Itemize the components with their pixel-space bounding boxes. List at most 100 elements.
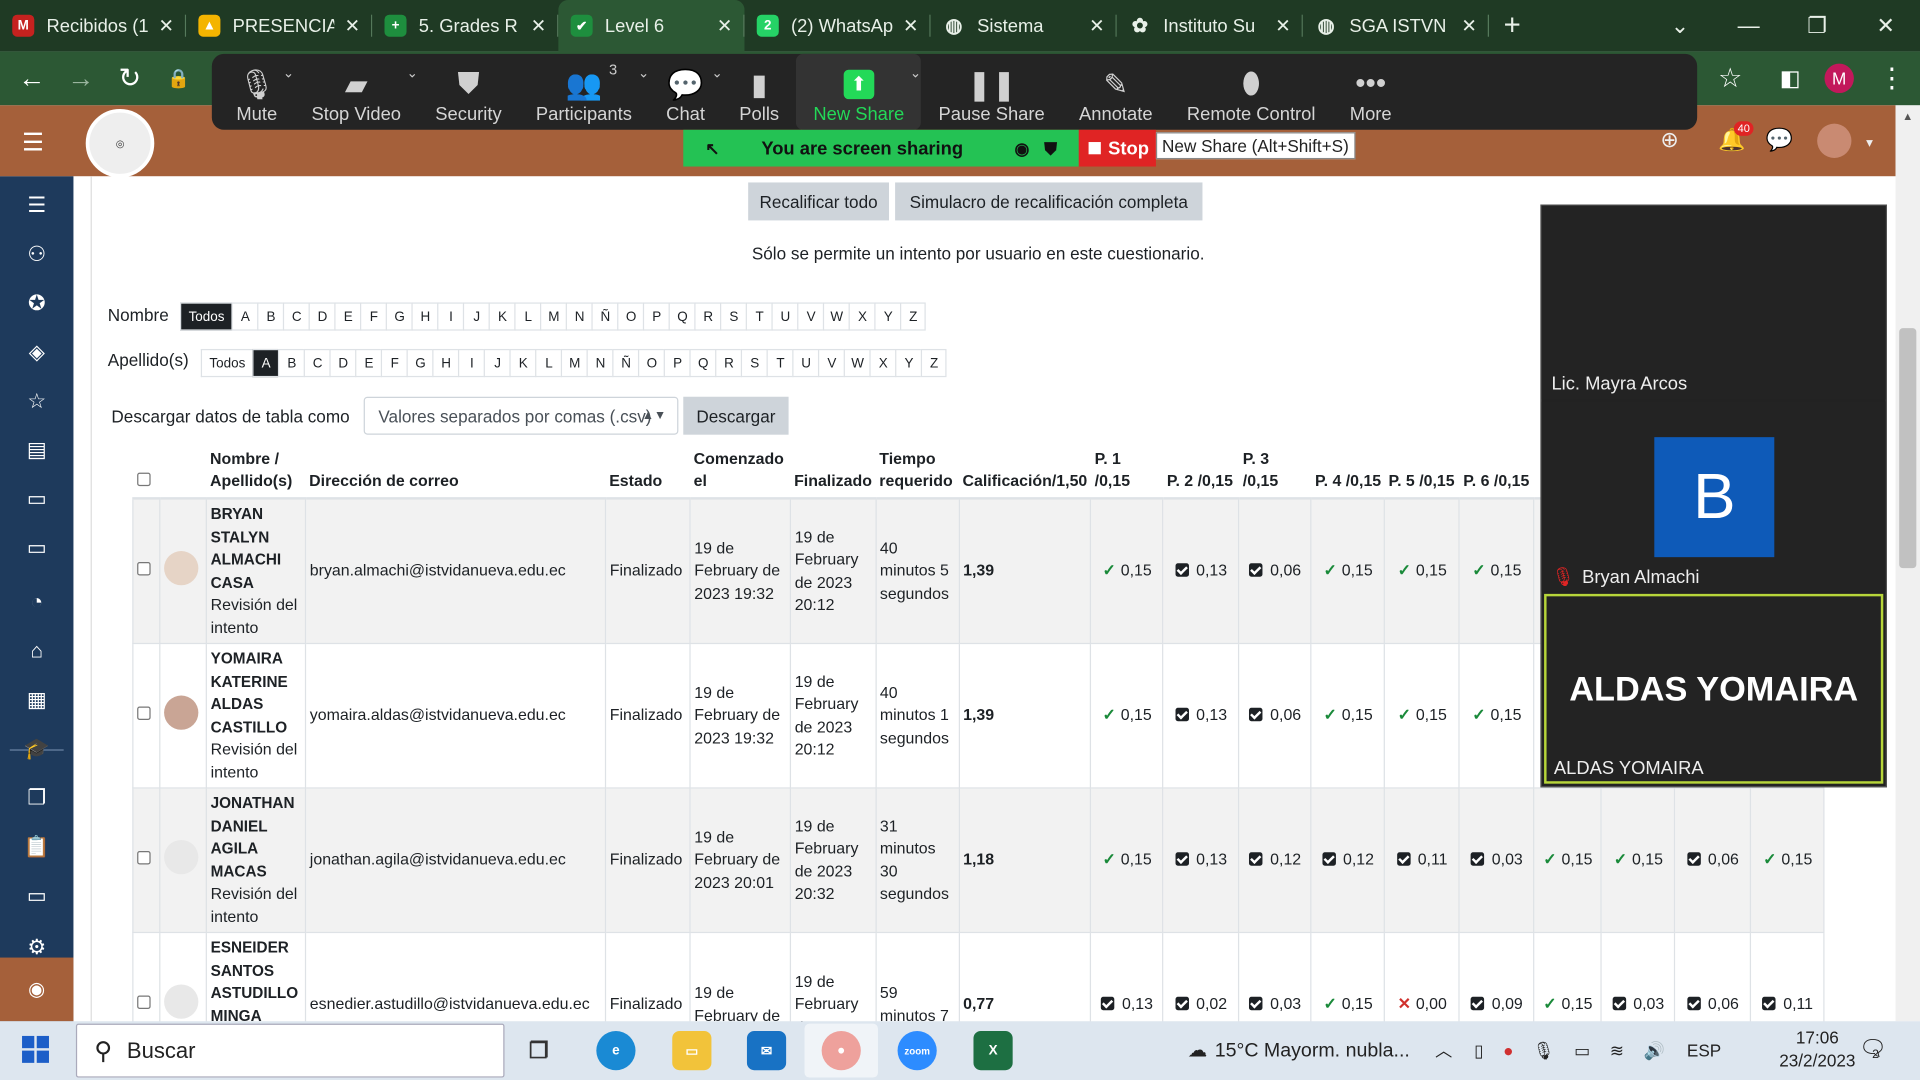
close-tab-icon[interactable]: ✕: [903, 15, 918, 37]
video-tile-aldas[interactable]: ALDAS YOMAIRA ALDAS YOMAIRA: [1544, 593, 1884, 784]
question-grade-link[interactable]: 0,06: [1687, 850, 1739, 868]
folder-icon[interactable]: ▭: [0, 487, 73, 511]
first-initial-letter[interactable]: P: [643, 302, 670, 331]
col-header-grade[interactable]: Calificación/1,50: [958, 443, 1091, 500]
question-grade-link[interactable]: 0,06: [1249, 706, 1301, 724]
video-tile-mayra[interactable]: Lic. Mayra Arcos: [1541, 205, 1886, 400]
zoom-annotate-button[interactable]: ✎ Annotate: [1062, 54, 1170, 130]
question-grade-link[interactable]: 0,13: [1175, 850, 1227, 868]
documents-icon[interactable]: ❐: [0, 786, 73, 810]
question-grade-link[interactable]: ✓ 0,15: [1543, 995, 1592, 1013]
question-grade-link[interactable]: 0,02: [1175, 995, 1227, 1013]
first-initial-letter[interactable]: X: [849, 302, 875, 331]
regrade-all-button[interactable]: Recalificar todo: [748, 182, 889, 221]
first-initial-letter[interactable]: M: [540, 302, 567, 331]
institute-logo[interactable]: ◎: [85, 108, 155, 178]
browser-tab[interactable]: ✿ Instituto Su ✕: [1117, 0, 1303, 51]
zoom-app-icon[interactable]: zoom: [897, 1031, 937, 1071]
zoom-polls-button[interactable]: ▮ Polls: [722, 54, 796, 130]
last-initial-letter[interactable]: E: [355, 348, 382, 378]
reload-icon[interactable]: ↻: [105, 62, 154, 94]
question-grade-link[interactable]: 0,06: [1687, 995, 1739, 1013]
col-header-started[interactable]: Comenzado el: [690, 443, 791, 500]
battery-icon[interactable]: ▭: [1574, 1041, 1590, 1061]
first-initial-letter[interactable]: F: [360, 302, 387, 331]
question-grade-link[interactable]: 0,03: [1249, 995, 1301, 1013]
close-tab-icon[interactable]: ✕: [1461, 15, 1476, 37]
badge-icon[interactable]: ✪: [0, 291, 73, 315]
browser-tab[interactable]: ◍ Sistema ✕: [931, 0, 1117, 51]
row-checkbox[interactable]: [137, 851, 151, 865]
last-initial-letter[interactable]: F: [381, 348, 407, 378]
task-view-icon[interactable]: ❐: [519, 1031, 558, 1070]
hamburger-menu-icon[interactable]: ☰: [22, 127, 44, 158]
last-initial-letter[interactable]: G: [406, 348, 433, 378]
layers-icon[interactable]: ◈: [0, 340, 73, 364]
zoom-chat-button[interactable]: 💬 Chat ⌃: [649, 54, 722, 130]
wifi-icon[interactable]: ≋: [1610, 1041, 1624, 1061]
windows-start-icon[interactable]: [22, 1035, 49, 1063]
close-tab-icon[interactable]: ✕: [345, 15, 360, 37]
new-tab-button[interactable]: +: [1504, 9, 1521, 43]
taskbar-search-box[interactable]: ⚲ Buscar: [75, 1023, 505, 1078]
question-grade-link[interactable]: ✓ 0,15: [1763, 850, 1812, 868]
browser-tab[interactable]: ◍ SGA ISTVN ✕: [1303, 0, 1489, 51]
last-initial-letter[interactable]: I: [458, 348, 485, 378]
dropdown-caret-icon[interactable]: ⌃: [638, 64, 649, 80]
forward-arrow-icon[interactable]: →: [56, 62, 105, 94]
close-window-icon[interactable]: ✕: [1851, 13, 1920, 39]
zoom-remote-control-button[interactable]: ⬮ Remote Control: [1170, 54, 1333, 130]
stop-share-button[interactable]: Stop: [1078, 129, 1156, 167]
last-initial-letter[interactable]: L: [535, 348, 562, 378]
browser-tab[interactable]: 2 (2) WhatsAp ✕: [744, 0, 931, 51]
last-initial-letter[interactable]: X: [869, 348, 896, 378]
last-initial-all[interactable]: Todos: [200, 348, 253, 378]
question-grade-link[interactable]: 0,12: [1322, 850, 1374, 868]
calendar-icon[interactable]: ▦: [0, 688, 73, 712]
first-initial-letter[interactable]: Ñ: [591, 302, 618, 331]
last-initial-letter[interactable]: V: [818, 348, 845, 378]
col-header-finished[interactable]: Finalizado: [790, 443, 876, 500]
question-grade-link[interactable]: ✕ 0,00: [1398, 995, 1447, 1013]
question-grade-link[interactable]: 0,11: [1762, 995, 1813, 1013]
first-initial-letter[interactable]: C: [283, 302, 310, 331]
col-header-state[interactable]: Estado: [605, 443, 691, 500]
language-indicator[interactable]: ESP: [1687, 1041, 1721, 1061]
participants-icon[interactable]: ⚇: [0, 242, 73, 266]
taskbar-clock[interactable]: 17:06 23/2/2023: [1779, 1026, 1855, 1073]
zoom-stop-video-button[interactable]: ▰ Stop Video ⌃: [294, 54, 418, 130]
student-avatar[interactable]: [164, 550, 199, 586]
file-explorer-icon[interactable]: ▭: [672, 1031, 712, 1071]
last-initial-letter[interactable]: W: [844, 348, 870, 378]
question-grade-link[interactable]: ✓ 0,15: [1472, 706, 1521, 724]
last-initial-letter[interactable]: Ñ: [612, 348, 639, 378]
student-avatar[interactable]: [164, 695, 199, 730]
student-avatar[interactable]: [164, 984, 199, 1019]
microphone-icon[interactable]: 🎙: [1533, 1041, 1555, 1061]
browser-tab[interactable]: +5. Grades R ✕: [372, 0, 559, 51]
review-attempt-link[interactable]: Revisión del intento: [211, 738, 302, 783]
notification-center-icon[interactable]: 🗨2: [1859, 1036, 1894, 1062]
last-initial-letter[interactable]: O: [638, 348, 665, 378]
download-button[interactable]: Descargar: [683, 396, 789, 435]
col-header-q4[interactable]: P. 4 /0,15: [1311, 443, 1385, 500]
zoom-pause-share-button[interactable]: ❚❚ Pause Share: [921, 54, 1061, 130]
star-icon[interactable]: ☆: [0, 389, 73, 413]
row-checkbox[interactable]: [137, 706, 151, 721]
first-initial-letter[interactable]: U: [771, 302, 798, 331]
last-initial-letter[interactable]: H: [432, 348, 459, 378]
question-grade-link[interactable]: ✓ 0,15: [1543, 850, 1592, 868]
excel-icon[interactable]: X: [973, 1031, 1013, 1071]
first-initial-letter[interactable]: L: [514, 302, 541, 331]
student-name-link[interactable]: JONATHAN DANIEL AGILA MACAS: [211, 792, 302, 883]
dry-run-regrade-button[interactable]: Simulacro de recalificación completa: [895, 182, 1203, 221]
side-panel-icon[interactable]: ◧: [1766, 66, 1815, 92]
star-icon[interactable]: ☆: [1706, 62, 1755, 94]
zoom-participants-button[interactable]: 👥 Participants ⌃ 3: [519, 54, 649, 130]
question-grade-link[interactable]: 0,03: [1612, 995, 1664, 1013]
question-grade-link[interactable]: ✓ 0,15: [1102, 706, 1151, 724]
globe-language-icon[interactable]: ⊕: [1660, 127, 1678, 153]
dropdown-caret-icon[interactable]: ⌃: [283, 64, 294, 80]
first-initial-letter[interactable]: S: [720, 302, 747, 331]
question-grade-link[interactable]: 0,13: [1175, 706, 1227, 724]
